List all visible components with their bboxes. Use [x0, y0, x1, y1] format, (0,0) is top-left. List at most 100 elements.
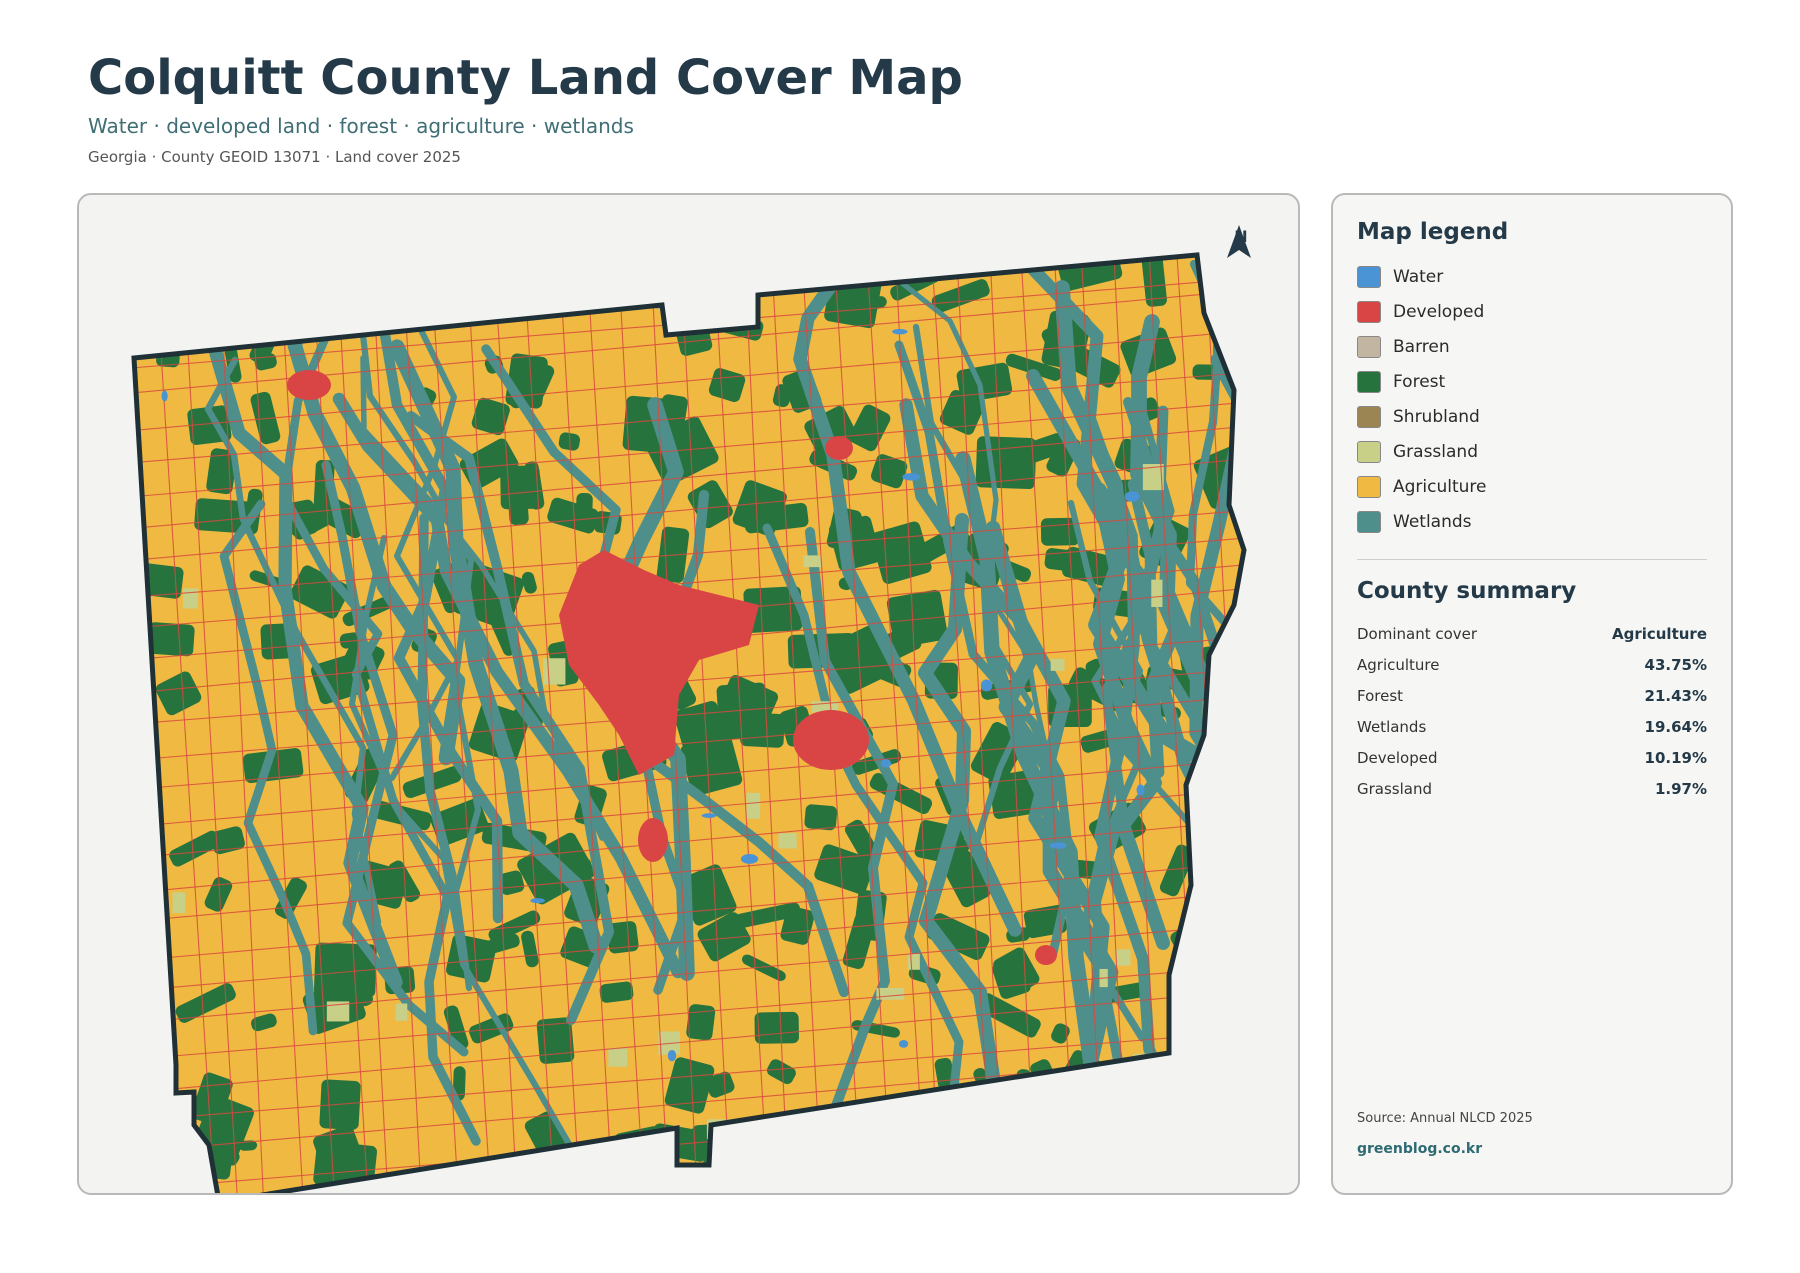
legend-item-developed: Developed: [1357, 294, 1707, 329]
forest-patch: [864, 1151, 884, 1173]
summary-label: Agriculture: [1357, 655, 1440, 674]
forest-patch: [1185, 1192, 1246, 1195]
summary-label: Forest: [1357, 686, 1404, 705]
page-subtitle: Water · developed land · forest · agricu…: [88, 114, 634, 138]
forest-patch: [156, 1124, 194, 1143]
county-map[interactable]: [79, 195, 1300, 1195]
summary-row: Forest 21.43%: [1357, 680, 1707, 711]
forest-patch: [1180, 1083, 1210, 1117]
forest-patch: [890, 1098, 912, 1122]
water-body: [980, 679, 993, 692]
grassland-patch: [182, 588, 199, 609]
summary-row: Wetlands 19.64%: [1357, 711, 1707, 742]
grassland-patch: [543, 658, 566, 685]
summary-value: 43.75%: [1644, 655, 1707, 674]
developed-town: [287, 370, 331, 400]
forest-patch: [1180, 999, 1244, 1053]
forest-patch: [1165, 1089, 1229, 1141]
header: Colquitt County Land Cover Map Water · d…: [88, 48, 963, 166]
forest-patch: [797, 1166, 822, 1187]
water-body: [1136, 784, 1145, 796]
legend-label: Grassland: [1393, 441, 1478, 462]
developed-town: [694, 607, 714, 623]
legend-label: Barren: [1393, 336, 1450, 357]
water-body: [701, 813, 717, 819]
source-note: Source: Annual NLCD 2025: [1357, 1111, 1533, 1126]
forest-patch: [1034, 1118, 1076, 1171]
grassland-patch: [395, 1003, 408, 1021]
map-panel[interactable]: N: [77, 193, 1300, 1195]
forest-patch: [706, 1192, 784, 1195]
summary-value: 21.43%: [1644, 686, 1707, 705]
water-body: [161, 390, 168, 402]
grassland-patch: [1211, 1065, 1224, 1092]
forest-patch: [1214, 653, 1239, 681]
summary-label: Developed: [1357, 748, 1438, 767]
summary-value: Agriculture: [1611, 624, 1707, 643]
forest-patch: [500, 465, 541, 510]
water-body: [1049, 842, 1067, 849]
legend-swatch: [1357, 300, 1381, 323]
legend-item-barren: Barren: [1357, 329, 1707, 364]
forest-patch: [754, 1011, 799, 1044]
forest-patch: [1101, 1067, 1128, 1086]
forest-patch: [759, 1157, 791, 1193]
developed-town: [825, 436, 853, 460]
grassland-patch: [803, 555, 823, 568]
summary-row: Grassland 1.97%: [1357, 773, 1707, 804]
summary-label: Wetlands: [1357, 717, 1427, 736]
forest-patch: [1187, 1174, 1243, 1193]
grassland-patch: [746, 792, 761, 819]
legend-label: Forest: [1393, 371, 1446, 392]
water-body: [881, 759, 892, 768]
summary-label: Grassland: [1357, 779, 1432, 798]
developed-town: [638, 818, 668, 862]
page-meta: Georgia · County GEOID 13071 · Land cove…: [88, 148, 461, 166]
developed-town: [793, 710, 869, 770]
water-body: [898, 1040, 909, 1048]
forest-patch: [147, 622, 195, 657]
legend-item-forest: Forest: [1357, 364, 1707, 399]
grassland-patch: [778, 833, 797, 849]
forest-patch: [1228, 937, 1244, 979]
legend-label: Shrubland: [1393, 406, 1480, 427]
forest-patch: [1077, 1081, 1137, 1112]
legend-item-grassland: Grassland: [1357, 434, 1707, 469]
forest-patch: [686, 1004, 716, 1041]
legend-label: Developed: [1393, 301, 1485, 322]
legend-item-water: Water: [1357, 259, 1707, 294]
water-body: [1124, 491, 1140, 502]
page-title: Colquitt County Land Cover Map: [88, 50, 963, 106]
legend-swatch: [1357, 265, 1381, 288]
forest-patch: [405, 275, 436, 290]
legend-label: Wetlands: [1393, 511, 1472, 532]
forest-patch: [471, 283, 533, 321]
grassland-patch: [1151, 579, 1163, 608]
summary-row: Agriculture 43.75%: [1357, 649, 1707, 680]
forest-patch: [804, 804, 838, 831]
legend-swatch: [1357, 440, 1381, 463]
road: [1239, 255, 1244, 1193]
forest-patch: [712, 1135, 781, 1189]
forest-patch: [716, 682, 769, 740]
grassland-patch: [907, 953, 920, 970]
forest-patch: [1206, 865, 1244, 911]
legend-swatch: [1357, 510, 1381, 533]
water-body: [530, 898, 545, 904]
grassland-patch: [876, 987, 905, 1000]
forest-patch: [1004, 1078, 1037, 1116]
divider: [1357, 559, 1707, 560]
summary-table: Dominant cover Agriculture Agriculture 4…: [1357, 618, 1707, 804]
legend-title: Map legend: [1357, 219, 1509, 245]
legend-item-wetlands: Wetlands: [1357, 504, 1707, 539]
legend-label: Water: [1393, 266, 1444, 287]
summary-title: County summary: [1357, 578, 1577, 604]
forest-patch: [1039, 1160, 1100, 1193]
grassland-patch: [1115, 949, 1131, 966]
legend-swatch: [1357, 405, 1381, 428]
grassland-patch: [894, 1159, 910, 1183]
forest-patch: [1238, 885, 1244, 938]
water-body: [667, 1049, 677, 1062]
water-body: [740, 854, 759, 864]
site-link[interactable]: greenblog.co.kr: [1357, 1141, 1482, 1157]
